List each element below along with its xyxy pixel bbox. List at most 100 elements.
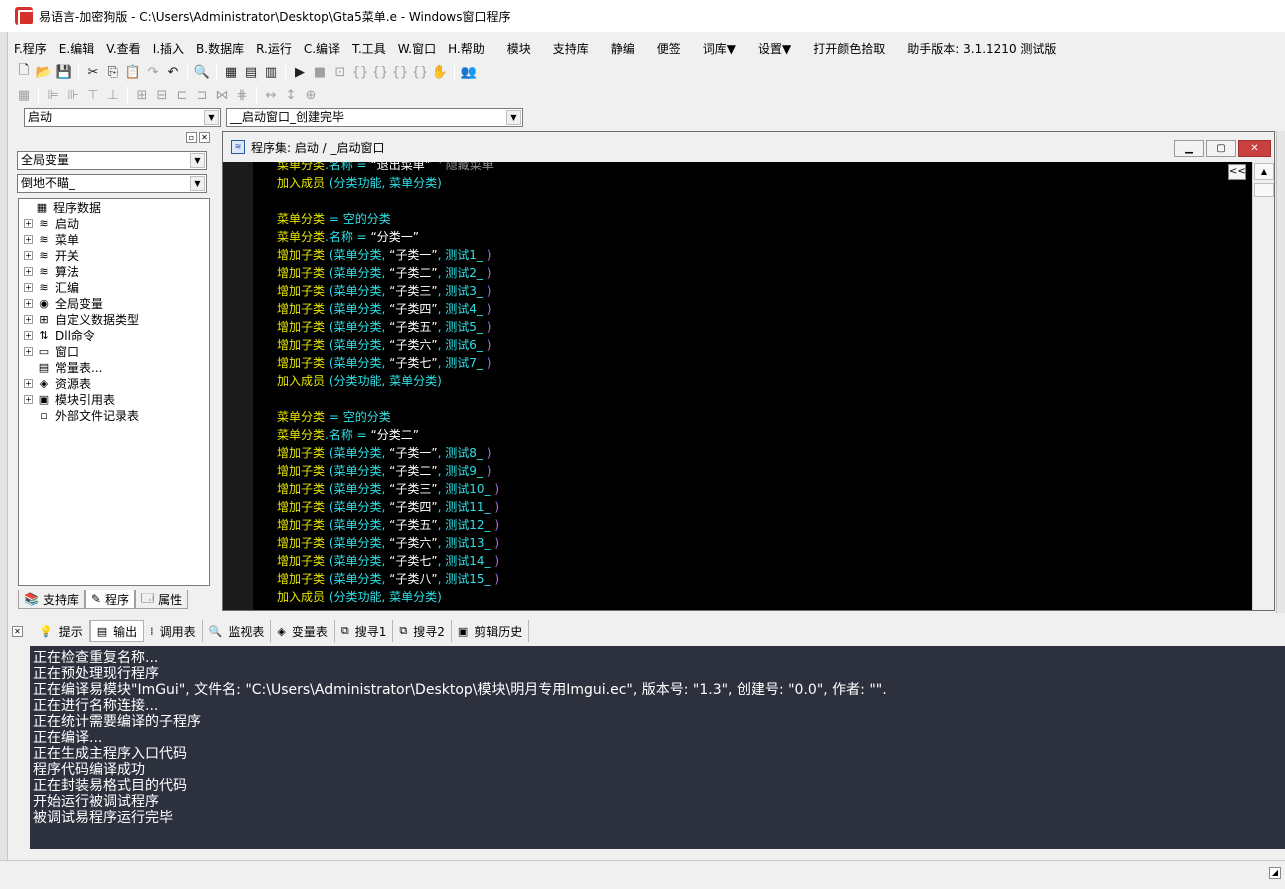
code-line[interactable]: 增加子类 (菜单分类, “子类六”, 测试13_ ) bbox=[277, 534, 1247, 552]
step-icon[interactable]: ⊡ bbox=[330, 62, 350, 82]
menu-tools[interactable]: T.工具 bbox=[346, 40, 392, 57]
code-line[interactable]: 菜单分类 = 空的分类 bbox=[277, 408, 1247, 426]
open-folder-icon[interactable]: 📂 bbox=[34, 62, 54, 82]
tab-properties[interactable]: 🗔 属性 bbox=[135, 590, 189, 609]
menu-help[interactable]: H.帮助 bbox=[442, 40, 491, 57]
save-icon[interactable]: 💾 bbox=[54, 62, 74, 82]
code-editor[interactable]: 菜单分类.名称 = “退出菜单” ' 隐藏菜单加入成员 (分类功能, 菜单分类)… bbox=[223, 162, 1251, 610]
pin-icon[interactable]: ▫ bbox=[186, 132, 197, 143]
expand-icon[interactable]: + bbox=[24, 330, 33, 340]
menu-settings[interactable]: 设置▼ bbox=[752, 40, 797, 57]
code-line[interactable]: 菜单分类.名称 = “退出菜单” ' 隐藏菜单 bbox=[277, 162, 1247, 174]
tree-item[interactable]: + ≋ 开关 bbox=[19, 247, 209, 263]
step-out-icon[interactable]: {} bbox=[390, 62, 410, 82]
menu-support-library[interactable]: 支持库 bbox=[547, 40, 595, 57]
tree-item[interactable]: + ≋ 启动 bbox=[19, 215, 209, 231]
tree-item[interactable]: + ≋ 菜单 bbox=[19, 231, 209, 247]
code-line[interactable]: 增加子类 (菜单分类, “子类七”, 测试7_ ) bbox=[277, 354, 1247, 372]
output-panel[interactable]: 正在检查重复名称... 正在预处理现行程序 正在编译易模块"ImGui", 文件名:… bbox=[30, 646, 1285, 849]
code-line[interactable] bbox=[277, 192, 1247, 210]
expand-icon[interactable]: + bbox=[24, 314, 33, 324]
expand-icon[interactable]: + bbox=[24, 394, 33, 404]
menu-color-picker[interactable]: 打开颜色拾取 bbox=[807, 40, 891, 57]
same-height-icon[interactable]: ⊐ bbox=[192, 85, 212, 105]
code-line[interactable]: 增加子类 (菜单分类, “子类七”, 测试14_ ) bbox=[277, 552, 1247, 570]
code-line[interactable]: 增加子类 (菜单分类, “子类三”, 测试10_ ) bbox=[277, 480, 1247, 498]
code-vertical-scrollbar[interactable]: ▲ bbox=[1252, 162, 1274, 610]
code-line[interactable]: 增加子类 (菜单分类, “子类五”, 测试12_ ) bbox=[277, 516, 1247, 534]
code-line[interactable]: 加入成员 (分类功能, 菜单分类) bbox=[277, 372, 1247, 390]
expand-icon[interactable]: + bbox=[24, 250, 33, 260]
chevron-down-icon[interactable]: ▼ bbox=[506, 110, 521, 125]
close-icon[interactable]: ✕ bbox=[199, 132, 210, 143]
tree-item[interactable]: ▫ 外部文件记录表 bbox=[19, 407, 209, 423]
code-line[interactable] bbox=[277, 390, 1247, 408]
scroll-thumb[interactable] bbox=[1254, 183, 1274, 197]
height-icon[interactable]: ↕ bbox=[281, 85, 301, 105]
code-line[interactable]: 菜单分类 = 空的分类 bbox=[277, 210, 1247, 228]
tree-item[interactable]: + ⊞ 自定义数据类型 bbox=[19, 311, 209, 327]
tree-item[interactable]: ▦ 程序数据 bbox=[19, 199, 209, 215]
binoculars-icon[interactable]: 👥 bbox=[459, 62, 479, 82]
tree-item[interactable]: + ◈ 资源表 bbox=[19, 375, 209, 391]
menu-word-library[interactable]: 词库▼ bbox=[697, 40, 742, 57]
output-tab[interactable]: ⧉ 搜寻1 bbox=[335, 620, 394, 642]
tree-item[interactable]: ▤ 常量表... bbox=[19, 359, 209, 375]
event-select[interactable]: __启动窗口_创建完毕 ▼ bbox=[226, 108, 523, 127]
align-top-icon[interactable]: ⊤ bbox=[83, 85, 103, 105]
tree-item[interactable]: + ◉ 全局变量 bbox=[19, 295, 209, 311]
step-into-icon[interactable]: {} bbox=[370, 62, 390, 82]
menu-insert[interactable]: I.插入 bbox=[147, 40, 190, 57]
menu-module[interactable]: 模块 bbox=[501, 40, 537, 57]
code-line[interactable]: 加入成员 (分类功能, 菜单分类) bbox=[277, 588, 1247, 606]
center-v-icon[interactable]: ⊟ bbox=[152, 85, 172, 105]
output-tab[interactable]: ◈ 变量表 bbox=[271, 620, 335, 642]
cut-icon[interactable]: ✂ bbox=[83, 62, 103, 82]
program-target-select[interactable]: 启动 ▼ bbox=[24, 108, 221, 127]
split-h-icon[interactable]: ▤ bbox=[241, 62, 261, 82]
output-tab[interactable]: ⧉ 搜寻2 bbox=[393, 620, 452, 642]
size-icon[interactable]: ⊕ bbox=[301, 85, 321, 105]
tree-item[interactable]: + ≋ 算法 bbox=[19, 263, 209, 279]
width-icon[interactable]: ↔ bbox=[261, 85, 281, 105]
expand-icon[interactable]: + bbox=[24, 266, 33, 276]
menu-database[interactable]: B.数据库 bbox=[190, 40, 250, 57]
output-tab[interactable]: 💡 提示 bbox=[33, 620, 90, 642]
code-line[interactable]: 增加子类 (菜单分类, “子类三”, 测试3_ ) bbox=[277, 282, 1247, 300]
chevron-down-icon[interactable]: ▼ bbox=[204, 110, 219, 125]
center-h-icon[interactable]: ⊞ bbox=[132, 85, 152, 105]
scope-select[interactable]: 全局变量 ▼ bbox=[17, 151, 207, 170]
expand-icon[interactable]: + bbox=[24, 218, 33, 228]
redo-icon[interactable]: ↷ bbox=[143, 62, 163, 82]
run-to-icon[interactable]: {} bbox=[410, 62, 430, 82]
output-tab[interactable]: ▣ 剪辑历史 bbox=[452, 620, 530, 642]
expand-icon[interactable]: + bbox=[24, 282, 33, 292]
resize-grip-icon[interactable]: ◢ bbox=[1269, 867, 1281, 879]
minimize-button[interactable]: ▁ bbox=[1174, 140, 1204, 157]
tree-item[interactable]: + ⇅ Dll命令 bbox=[19, 327, 209, 343]
output-tab[interactable]: ⁞ 调用表 bbox=[144, 620, 203, 642]
close-icon[interactable]: ✕ bbox=[12, 625, 23, 637]
code-line[interactable]: 菜单分类.名称 = “分类二” bbox=[277, 426, 1247, 444]
align-left-icon[interactable]: ⊫ bbox=[43, 85, 63, 105]
scroll-up-icon[interactable]: ▲ bbox=[1254, 163, 1274, 180]
code-line[interactable]: 菜单分类.名称 = “分类一” bbox=[277, 228, 1247, 246]
space-v-icon[interactable]: ⋕ bbox=[232, 85, 252, 105]
paste-icon[interactable]: 📋 bbox=[123, 62, 143, 82]
undo-icon[interactable]: ↶ bbox=[163, 62, 183, 82]
code-line[interactable]: 增加子类 (菜单分类, “子类六”, 测试6_ ) bbox=[277, 336, 1247, 354]
space-h-icon[interactable]: ⋈ bbox=[212, 85, 232, 105]
align-right-icon[interactable]: ⊪ bbox=[63, 85, 83, 105]
menu-edit[interactable]: E.编辑 bbox=[53, 40, 100, 57]
tree-item[interactable]: + ▭ 窗口 bbox=[19, 343, 209, 359]
close-button[interactable]: ✕ bbox=[1238, 140, 1271, 157]
menu-static-compile[interactable]: 静编 bbox=[605, 40, 641, 57]
expand-icon[interactable]: + bbox=[24, 378, 33, 388]
copy-icon[interactable]: ⎘ bbox=[103, 62, 123, 82]
menu-run[interactable]: R.运行 bbox=[250, 40, 298, 57]
step-over-icon[interactable]: {} bbox=[350, 62, 370, 82]
menu-compile[interactable]: C.编译 bbox=[298, 40, 346, 57]
stop-icon[interactable]: ■ bbox=[310, 62, 330, 82]
tree-item[interactable]: + ▣ 模块引用表 bbox=[19, 391, 209, 407]
menu-program[interactable]: F.程序 bbox=[8, 40, 53, 57]
